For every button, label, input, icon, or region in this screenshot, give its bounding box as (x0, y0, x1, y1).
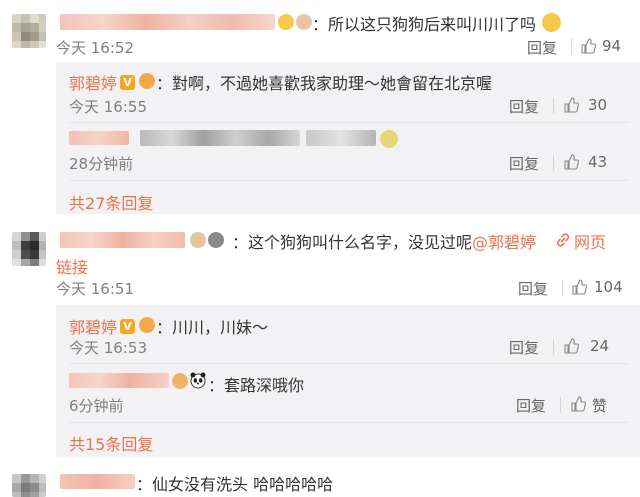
divider (553, 155, 554, 171)
emoji-icon (208, 232, 224, 248)
reply-text: ：川川，川妹～ (156, 318, 269, 337)
like-count: 94 (602, 37, 622, 55)
more-replies-link[interactable]: 共15条回复 (69, 431, 153, 455)
emoji-icon (542, 13, 561, 32)
thumb-up-icon[interactable] (563, 338, 579, 354)
web-link-label-2[interactable]: 链接 (56, 254, 88, 278)
thumb-up-icon[interactable] (571, 279, 587, 295)
comment-time: 今天 16:52 (56, 39, 134, 57)
emoji-icon (139, 73, 155, 89)
emoji-icon (296, 14, 312, 30)
reply-button[interactable]: 回复 (509, 153, 539, 174)
thumb-up-icon[interactable] (580, 38, 596, 54)
emoji-icon (139, 317, 155, 333)
verified-badge-icon: V (120, 316, 135, 335)
like-count: 赞 (592, 397, 608, 415)
like-count: 43 (588, 153, 608, 171)
reply-text: ：對啊，不過她喜歡我家助理～她會留在北京喔 (156, 74, 493, 93)
thumb-up-icon[interactable] (570, 396, 586, 412)
like-count: 104 (594, 278, 623, 296)
reply-author[interactable]: 郭碧婷 (69, 314, 117, 338)
reply-button[interactable]: 回复 (518, 278, 548, 299)
comment-text: ：仙女没有洗头 哈哈哈哈哈 (136, 475, 334, 494)
web-link-label[interactable]: 网页 (574, 229, 606, 253)
divider (562, 280, 563, 296)
comment-body: ：这个狗狗叫什么名字，没见过呢 (232, 233, 473, 252)
reply-time: 6分钟前 (69, 397, 124, 415)
emoji-icon (278, 14, 294, 30)
reply-time: 今天 16:53 (69, 339, 147, 357)
verified-badge-icon: V (120, 72, 135, 91)
comment-text: ：这个狗狗叫什么名字，没见过呢@郭碧婷 (232, 229, 536, 253)
avatar[interactable] (12, 14, 46, 48)
reply-button[interactable]: 回复 (509, 337, 539, 358)
avatar[interactable] (12, 232, 46, 266)
divider (69, 180, 629, 181)
divider (560, 397, 561, 413)
divider (571, 39, 572, 55)
emoji-icon (380, 130, 398, 148)
reply-author[interactable]: 郭碧婷 (69, 70, 117, 94)
like-count: 30 (588, 96, 608, 114)
mention-link[interactable]: @郭碧婷 (472, 233, 536, 252)
thumb-up-icon[interactable] (563, 154, 579, 170)
panda-emoji-icon (190, 372, 206, 389)
reply-time: 今天 16:55 (69, 98, 147, 116)
divider (69, 122, 629, 123)
reply-time: 28分钟前 (69, 155, 134, 173)
thumb-up-icon[interactable] (563, 97, 579, 113)
divider (69, 363, 629, 364)
emoji-icon (190, 232, 206, 248)
comment-time: 今天 16:51 (56, 280, 134, 298)
reply-button[interactable]: 回复 (509, 96, 539, 117)
emoji-icon (172, 373, 188, 389)
link-icon[interactable] (555, 232, 571, 248)
avatar[interactable] (12, 474, 46, 497)
comment-text: ：所以这只狗狗后来叫川川了吗 (312, 15, 537, 34)
divider (553, 339, 554, 355)
reply-text: ：套路深哦你 (208, 376, 305, 395)
reply-button[interactable]: 回复 (516, 395, 546, 416)
divider (69, 422, 629, 423)
like-count: 24 (590, 337, 610, 355)
more-replies-link[interactable]: 共27条回复 (69, 190, 153, 214)
divider (553, 98, 554, 114)
reply-button[interactable]: 回复 (527, 37, 557, 58)
